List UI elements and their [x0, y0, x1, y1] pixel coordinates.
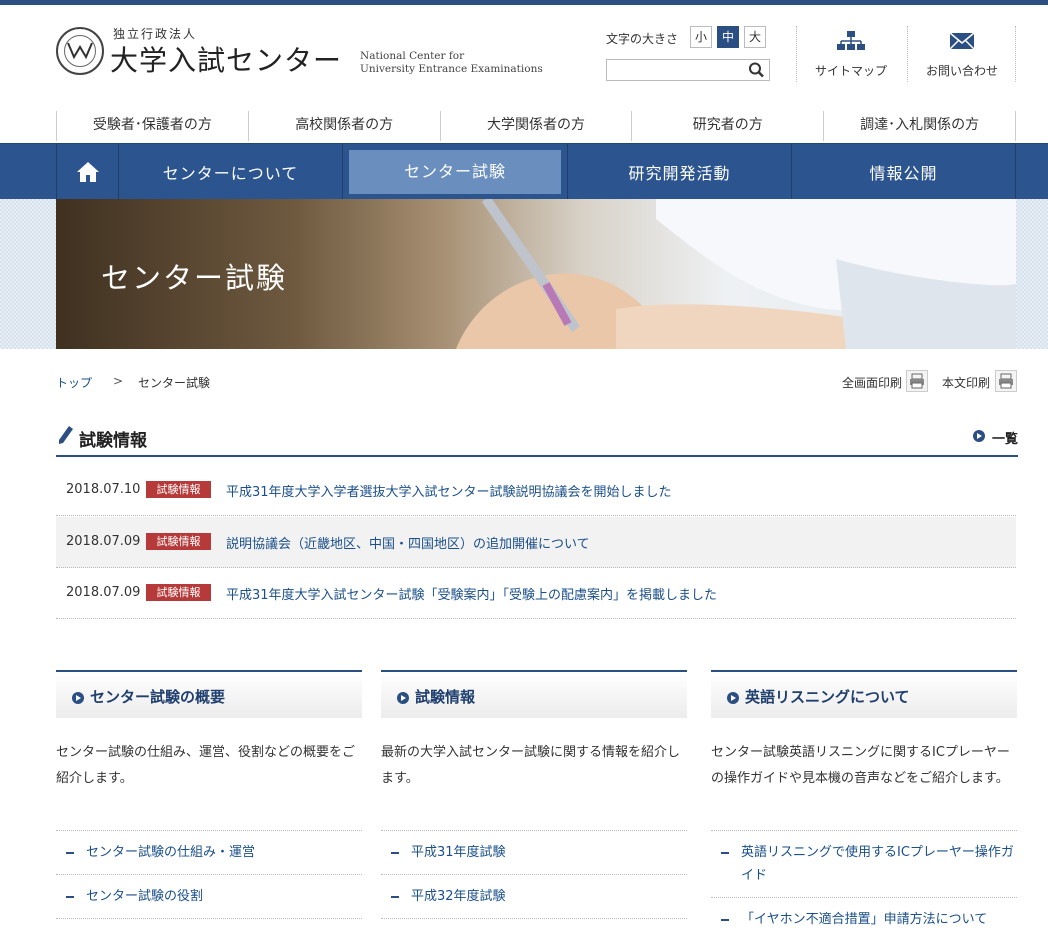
- column-link[interactable]: センター試験の仕組み・運営: [56, 831, 362, 875]
- nav-center-exam-label: センター試験: [349, 149, 561, 194]
- column-link-list: センター試験の仕組み・運営 センター試験の役割: [56, 830, 362, 919]
- sitemap-label: サイトマップ: [814, 64, 887, 78]
- printer-glyph: [910, 373, 924, 389]
- column-link[interactable]: 平成32年度試験: [381, 875, 687, 919]
- org-english-name: National Center for University Entrance …: [360, 50, 543, 76]
- column-description: センター試験英語リスニングに関するICプレーヤーの操作ガイドや見本機の音声などを…: [711, 745, 1010, 786]
- pencil-icon: [59, 426, 73, 444]
- sitemap-icon: [837, 31, 865, 50]
- news-category-badge: 試験情報: [146, 533, 211, 550]
- arrow-circle-icon: [727, 692, 739, 704]
- logo-emblem[interactable]: [56, 27, 104, 75]
- news-link[interactable]: 平成31年度大学入試センター試験「受験案内」「受験上の配慮案内」を掲載しました: [226, 584, 717, 603]
- header-divider: [796, 26, 797, 82]
- news-item: 2018.07.10 試験情報 平成31年度大学入学者選抜大学入試センター試験説…: [56, 465, 1016, 516]
- org-english-line1: National Center for: [360, 50, 465, 62]
- audience-high-school[interactable]: 高校関係者の方: [247, 111, 440, 141]
- breadcrumb-current: センター試験: [138, 376, 211, 390]
- news-list-all-link[interactable]: 一覧: [992, 428, 1018, 447]
- listening-column: 英語リスニングについて センター試験英語リスニングに関するICプレーヤーの操作ガ…: [711, 670, 1017, 933]
- nav-about[interactable]: センターについて: [119, 144, 343, 199]
- font-size-label: 文字の大きさ: [606, 32, 679, 46]
- arrow-circle-icon: [973, 430, 985, 442]
- contact-label: お問い合わせ: [925, 64, 998, 78]
- breadcrumb-separator: >: [113, 374, 124, 388]
- main-nav: センターについて センター試験 研究開発活動 情報公開: [0, 143, 1048, 199]
- print-body-link[interactable]: 本文印刷: [942, 374, 990, 391]
- news-link[interactable]: 説明協議会（近畿地区、中国・四国地区）の追加開催について: [226, 533, 590, 552]
- column-header[interactable]: 英語リスニングについて: [711, 670, 1017, 718]
- news-date: 2018.07.09: [66, 585, 141, 600]
- printer-icon[interactable]: [906, 370, 928, 392]
- org-title[interactable]: 大学入試センター: [110, 39, 342, 79]
- news-category-badge: 試験情報: [146, 584, 211, 601]
- print-full-link[interactable]: 全画面印刷: [842, 374, 902, 391]
- column-title[interactable]: 英語リスニングについて: [745, 686, 910, 707]
- nav-disclosure[interactable]: 情報公開: [792, 144, 1016, 199]
- news-date: 2018.07.09: [66, 534, 141, 549]
- emblem-wing-icon: [67, 42, 93, 60]
- font-size-medium-button[interactable]: 中: [717, 26, 739, 48]
- news-date: 2018.07.10: [66, 482, 141, 497]
- search-icon[interactable]: [747, 61, 767, 79]
- search-input[interactable]: [606, 59, 770, 81]
- column-link-list: 英語リスニングで使用するICプレーヤー操作ガイド 「イヤホン不適合措置」申請方法…: [711, 830, 1017, 933]
- arrow-circle-icon: [397, 692, 409, 704]
- home-icon: [76, 161, 99, 182]
- column-link[interactable]: 平成31年度試験: [381, 831, 687, 875]
- column-title[interactable]: 試験情報: [415, 686, 475, 707]
- column-link[interactable]: 「イヤホン不適合措置」申請方法について: [711, 898, 1017, 933]
- news-category-badge: 試験情報: [146, 481, 211, 498]
- audience-researchers[interactable]: 研究者の方: [631, 111, 823, 141]
- news-link[interactable]: 平成31年度大学入学者選抜大学入試センター試験説明協議会を開始しました: [226, 481, 672, 500]
- news-item: 2018.07.09 試験情報 説明協議会（近畿地区、中国・四国地区）の追加開催…: [56, 517, 1016, 568]
- column-header[interactable]: 試験情報: [381, 670, 687, 718]
- nav-center-exam[interactable]: センター試験: [343, 144, 568, 199]
- sitemap-link[interactable]: サイトマップ: [801, 30, 901, 79]
- hero-title: センター試験: [101, 261, 288, 295]
- audience-procurement[interactable]: 調達･入札関係の方: [823, 111, 1016, 141]
- news-section-title: 試験情報: [79, 431, 147, 451]
- column-description: 最新の大学入試センター試験に関する情報を紹介します。: [381, 745, 681, 786]
- header-divider: [1015, 26, 1016, 82]
- mail-icon: [949, 32, 975, 50]
- audience-university[interactable]: 大学関係者の方: [439, 111, 632, 141]
- printer-icon[interactable]: [995, 370, 1017, 392]
- home-button[interactable]: [57, 144, 119, 199]
- news-item: 2018.07.09 試験情報 平成31年度大学入試センター試験「受験案内」「受…: [56, 568, 1016, 619]
- arrow-circle-icon: [72, 692, 84, 704]
- header-divider: [907, 26, 908, 82]
- font-size-large-button[interactable]: 大: [744, 26, 766, 48]
- font-size-small-button[interactable]: 小: [690, 26, 712, 48]
- column-header[interactable]: センター試験の概要: [56, 670, 362, 718]
- column-description: センター試験の仕組み、運営、役割などの概要をご紹介します。: [56, 745, 356, 786]
- audience-nav: 受験者･保護者の方 高校関係者の方 大学関係者の方 研究者の方 調達･入札関係の…: [56, 111, 1016, 141]
- audience-examinees[interactable]: 受験者･保護者の方: [56, 111, 248, 141]
- column-link[interactable]: センター試験の役割: [56, 875, 362, 919]
- contact-link[interactable]: お問い合わせ: [912, 30, 1012, 79]
- breadcrumb-top[interactable]: トップ: [56, 374, 92, 391]
- printer-glyph: [999, 373, 1013, 389]
- top-accent-bar: [0, 0, 1048, 5]
- column-title[interactable]: センター試験の概要: [90, 686, 225, 707]
- column-link[interactable]: 英語リスニングで使用するICプレーヤー操作ガイド: [711, 831, 1017, 898]
- column-link-list: 平成31年度試験 平成32年度試験: [381, 830, 687, 919]
- overview-column: センター試験の概要 センター試験の仕組み、運営、役割などの概要をご紹介します。 …: [56, 670, 362, 919]
- org-english-line2: University Entrance Examinations: [360, 63, 543, 75]
- exam-info-column: 試験情報 最新の大学入試センター試験に関する情報を紹介します。 平成31年度試験…: [381, 670, 687, 919]
- nav-research[interactable]: 研究開発活動: [568, 144, 792, 199]
- news-section-header: [56, 422, 1018, 457]
